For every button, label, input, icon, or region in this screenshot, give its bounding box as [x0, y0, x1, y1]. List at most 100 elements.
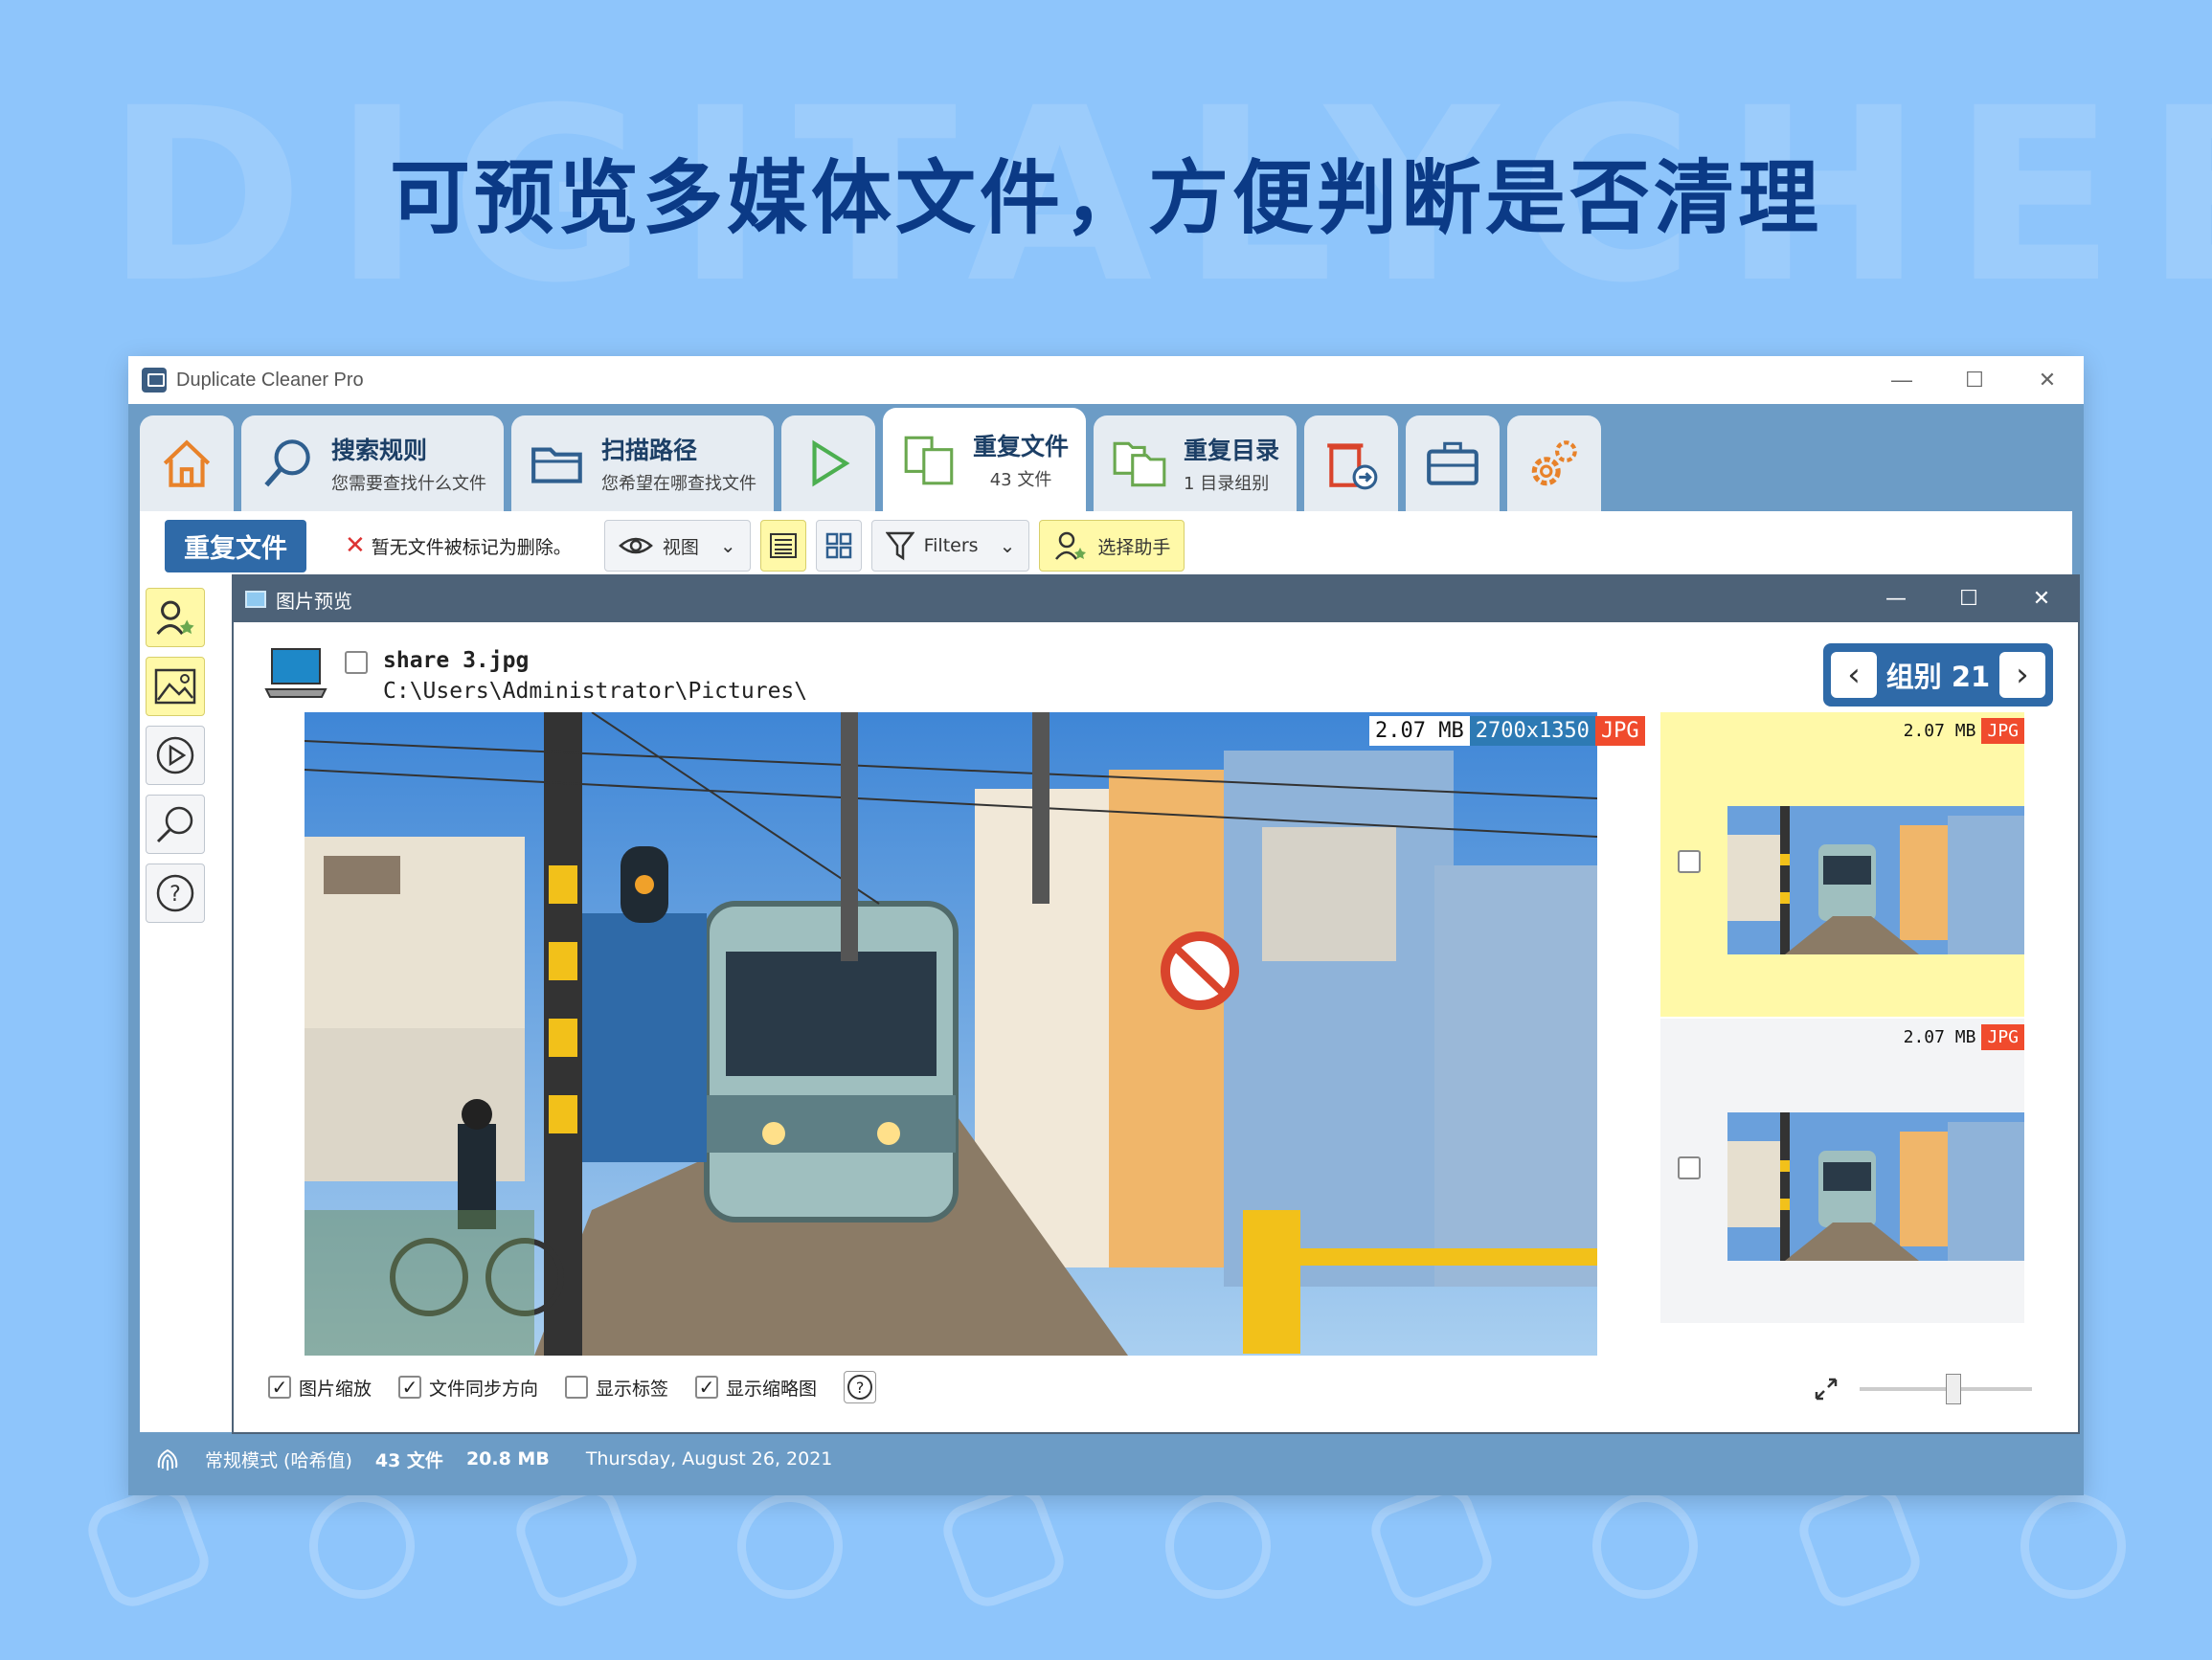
thumbnail-card[interactable]: 2.07 MB JPG: [1660, 1019, 2024, 1323]
usb-drive-icon: [294, 1478, 430, 1614]
file-type-badge: JPG: [1594, 716, 1645, 746]
tab-settings[interactable]: [1507, 415, 1602, 511]
train-thumbnail: [1727, 806, 2024, 954]
group-label: 组别 21: [1885, 661, 1991, 693]
duplicate-files-icon: [904, 436, 954, 485]
select-assistant-button[interactable]: 选择助手: [1039, 520, 1185, 572]
tab-title: 扫描路径: [601, 437, 698, 464]
sidebar-select-assistant[interactable]: [146, 588, 205, 647]
zoom-control: [1814, 1374, 2032, 1404]
filters-dropdown[interactable]: Filters ⌄: [870, 520, 1030, 572]
home-icon: [163, 439, 211, 487]
image-icon: [245, 591, 266, 608]
scan-date: Thursday, August 26, 2021: [585, 1448, 833, 1469]
main-content: 重复文件 ✕ 暂无文件被标记为删除。 视图 ⌄ Filters ⌄ 选择助手 ?…: [140, 511, 2080, 1434]
eye-icon: [618, 537, 653, 554]
dimensions-badge: 2700x1350: [1469, 716, 1595, 746]
option-sync-direction[interactable]: ✓ 文件同步方向: [398, 1375, 538, 1401]
expand-icon[interactable]: [1814, 1377, 1839, 1402]
next-group-button[interactable]: ›: [1998, 652, 2045, 698]
chevron-down-icon: ⌄: [999, 534, 1016, 557]
scan-mode: 常规模式 (哈希值): [205, 1449, 352, 1471]
window-title: Duplicate Cleaner Pro: [176, 369, 364, 391]
close-button[interactable]: ✕: [2011, 356, 2084, 404]
key-icon: [1792, 1478, 1928, 1614]
sidebar-media-player[interactable]: [146, 726, 205, 785]
sidebar-search[interactable]: [146, 795, 205, 854]
svg-text:?: ?: [169, 883, 181, 907]
option-show-labels[interactable]: 显示标签: [565, 1375, 668, 1401]
help-button[interactable]: ?: [844, 1371, 877, 1403]
main-image-badges: 2.07 MB 2700x1350 JPG: [1369, 716, 1645, 746]
help-icon: ?: [847, 1375, 873, 1400]
tab-start-scan[interactable]: [781, 415, 875, 511]
list-view-button[interactable]: [759, 520, 806, 572]
checkbox[interactable]: ✓: [695, 1376, 719, 1399]
file-select-checkbox[interactable]: [345, 651, 368, 674]
status-text: 暂无文件被标记为删除。: [371, 536, 572, 558]
zoom-slider[interactable]: [1860, 1374, 2032, 1404]
maximize-button[interactable]: ☐: [1938, 356, 2011, 404]
tab-home[interactable]: [140, 415, 234, 511]
preview-maximize-button[interactable]: ☐: [1932, 576, 2005, 622]
tab-title: 搜索规则: [331, 437, 428, 464]
network-icon: [722, 1478, 858, 1614]
search-icon: [264, 439, 310, 487]
preview-options: ✓ 图片缩放 ✓ 文件同步方向 显示标签 ✓ 显示缩略图 ?: [268, 1371, 877, 1403]
book-icon: [1150, 1478, 1286, 1614]
wifi-icon: [80, 1478, 216, 1614]
tab-scan-paths[interactable]: 扫描路径 您希望在哪查找文件: [511, 415, 774, 511]
thumbnail-checkbox[interactable]: [1678, 1156, 1701, 1179]
option-image-zoom[interactable]: ✓ 图片缩放: [268, 1375, 372, 1401]
tab-duplicate-folders[interactable]: 重复目录 1 目录组别: [1094, 415, 1298, 511]
fingerprint-icon: [157, 1448, 178, 1470]
tab-title: 重复目录: [1184, 437, 1280, 464]
checkbox[interactable]: ✓: [398, 1376, 422, 1399]
tab-subtitle: 43 文件: [989, 470, 1052, 490]
cross-icon: ✕: [345, 531, 366, 560]
file-count: 43 文件: [374, 1449, 443, 1471]
checkbox[interactable]: ✓: [268, 1376, 291, 1399]
file-info: share 3.jpg C:\Users\Administrator\Pictu…: [262, 645, 807, 707]
option-show-thumbnails[interactable]: ✓ 显示缩略图: [695, 1375, 817, 1401]
play-icon: [812, 439, 850, 487]
checkbox[interactable]: [565, 1376, 589, 1399]
lock-file-icon: [508, 1478, 644, 1614]
tab-search-rules[interactable]: 搜索规则您需要查找什么文件: [241, 415, 504, 511]
thumbnail-card[interactable]: 2.07 MB JPG: [1660, 712, 2024, 1017]
tab-file-removal[interactable]: [1304, 415, 1399, 511]
image-preview-window: 图片预览 — ☐ ✕ share 3.jpg C:\Users\Administ…: [232, 574, 2080, 1434]
folder-icon: [531, 447, 582, 483]
tab-duplicate-files[interactable]: 重复文件 43 文件: [883, 408, 1087, 511]
status-message: ✕ 暂无文件被标记为删除。: [345, 531, 572, 560]
zoom-slider-handle[interactable]: [1946, 1374, 1962, 1404]
previous-group-button[interactable]: ‹: [1831, 652, 1877, 698]
left-sidebar: ?: [146, 588, 207, 923]
sidebar-help[interactable]: ?: [146, 864, 205, 923]
app-icon: [142, 368, 167, 393]
headline: 可预览多媒体文件，方便判断是否清理: [389, 151, 1822, 245]
file-size-badge: 2.07 MB: [1903, 721, 1976, 741]
background-decorative-icons: [80, 1478, 2141, 1618]
minimize-button[interactable]: —: [1865, 356, 1938, 404]
play-circle-icon: [156, 736, 194, 774]
glasses-icon: [1364, 1478, 1500, 1614]
view-label: 视图: [662, 536, 699, 558]
image-icon: [154, 668, 196, 705]
sidebar-image-preview[interactable]: [146, 657, 205, 716]
thumbnail-checkbox[interactable]: [1678, 850, 1701, 873]
preview-minimize-button[interactable]: —: [1860, 576, 1932, 622]
preview-title-bar: 图片预览 — ☐ ✕: [234, 576, 2078, 622]
toolbox-icon: [1427, 441, 1478, 485]
section-label: 重复文件: [165, 519, 306, 572]
view-dropdown[interactable]: 视图 ⌄: [603, 520, 751, 572]
thumbnail-badges: 2.07 MB JPG: [1898, 718, 2024, 744]
tab-tools[interactable]: [1406, 415, 1501, 511]
thumbnail-image: [1727, 1112, 2024, 1261]
select-assistant-icon: [1055, 531, 1087, 560]
tab-subtitle: 您需要查找什么文件: [331, 474, 486, 494]
computer-icon: [264, 648, 327, 698]
command-icon: [936, 1478, 1072, 1614]
grid-view-button[interactable]: [815, 520, 862, 572]
preview-close-button[interactable]: ✕: [2005, 576, 2078, 622]
